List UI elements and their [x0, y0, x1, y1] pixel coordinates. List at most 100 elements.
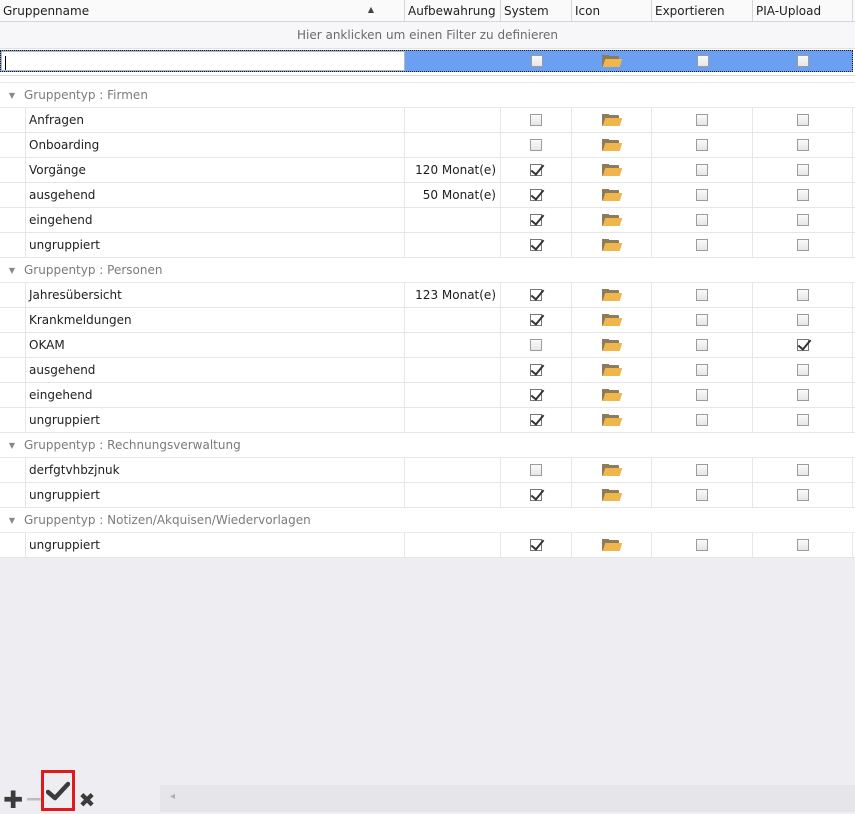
checkbox-icon[interactable] — [796, 139, 809, 151]
icon-cell[interactable] — [572, 233, 652, 257]
table-row[interactable]: ungruppiert — [0, 233, 855, 258]
pia-upload-cell[interactable] — [753, 533, 853, 557]
collapse-arrow-icon[interactable]: ▼ — [0, 516, 24, 525]
system-cell[interactable] — [501, 108, 572, 132]
gruppenname-cell[interactable]: derfgtvhbzjnuk — [25, 458, 405, 482]
checkbox-icon[interactable] — [796, 464, 809, 476]
pia-upload-cell[interactable] — [753, 133, 853, 157]
pia-upload-cell[interactable] — [753, 233, 853, 257]
pia-upload-cell[interactable] — [753, 358, 853, 382]
pia-upload-cell[interactable] — [753, 108, 853, 132]
filter-system-cell[interactable] — [501, 51, 572, 71]
icon-cell[interactable] — [572, 458, 652, 482]
checkbox-icon[interactable] — [796, 189, 809, 201]
checkbox-icon[interactable] — [796, 414, 809, 426]
checkbox-icon[interactable] — [796, 114, 809, 126]
aufbewahrung-cell[interactable] — [405, 358, 501, 382]
group-row[interactable]: ▼ Gruppentyp : Notizen/Akquisen/Wiedervor… — [0, 508, 855, 533]
checkbox-icon[interactable] — [530, 464, 542, 476]
icon-cell[interactable] — [572, 283, 652, 307]
aufbewahrung-cell[interactable] — [405, 458, 501, 482]
table-row[interactable]: OKAM — [0, 333, 855, 358]
add-button[interactable]: ✚ — [2, 785, 24, 814]
system-cell[interactable] — [501, 308, 572, 332]
pia-upload-cell[interactable] — [753, 483, 853, 507]
checkbox-icon[interactable] — [530, 189, 542, 201]
filter-pia-cell[interactable] — [753, 51, 853, 71]
aufbewahrung-cell[interactable] — [405, 108, 501, 132]
pia-upload-cell[interactable] — [753, 283, 853, 307]
exportieren-cell[interactable] — [652, 283, 753, 307]
aufbewahrung-cell[interactable] — [405, 533, 501, 557]
icon-cell[interactable] — [572, 358, 652, 382]
table-row[interactable]: Anfragen — [0, 108, 855, 133]
gruppenname-cell[interactable]: ungruppiert — [25, 483, 405, 507]
gruppenname-cell[interactable]: Anfragen — [25, 108, 405, 132]
pia-upload-cell[interactable] — [753, 333, 853, 357]
system-cell[interactable] — [501, 208, 572, 232]
exportieren-cell[interactable] — [652, 308, 753, 332]
table-row[interactable]: ausgehend 50 Monat(e) — [0, 183, 855, 208]
icon-cell[interactable] — [572, 383, 652, 407]
pia-upload-cell[interactable] — [753, 408, 853, 432]
filter-icon-cell[interactable] — [572, 51, 652, 71]
filter-hint-row[interactable]: Hier anklicken um einen Filter zu defini… — [0, 22, 855, 49]
collapse-arrow-icon[interactable]: ▼ — [0, 266, 24, 275]
icon-cell[interactable] — [572, 158, 652, 182]
checkbox-icon[interactable] — [530, 314, 542, 326]
aufbewahrung-cell[interactable] — [405, 333, 501, 357]
table-row[interactable]: ungruppiert — [0, 533, 855, 558]
exportieren-cell[interactable] — [652, 458, 753, 482]
checkbox-icon[interactable] — [696, 489, 708, 501]
gruppenname-cell[interactable]: ungruppiert — [25, 533, 405, 557]
system-cell[interactable] — [501, 458, 572, 482]
checkbox-icon[interactable] — [796, 364, 809, 376]
system-cell[interactable] — [501, 183, 572, 207]
column-header-pia-upload[interactable]: PIA-Upload — [753, 0, 853, 21]
checkbox-icon[interactable] — [696, 214, 708, 226]
icon-cell[interactable] — [572, 533, 652, 557]
system-cell[interactable] — [501, 383, 572, 407]
checkbox-icon[interactable] — [696, 414, 708, 426]
system-cell[interactable] — [501, 333, 572, 357]
column-header-exportieren[interactable]: Exportieren — [652, 0, 753, 21]
pia-upload-cell[interactable] — [753, 383, 853, 407]
aufbewahrung-cell[interactable] — [405, 308, 501, 332]
aufbewahrung-cell[interactable] — [405, 133, 501, 157]
table-row[interactable]: derfgtvhbzjnuk — [0, 458, 855, 483]
collapse-arrow-icon[interactable]: ▼ — [0, 441, 24, 450]
system-cell[interactable] — [501, 358, 572, 382]
checkbox-icon[interactable] — [796, 389, 809, 401]
table-row[interactable]: ungruppiert — [0, 408, 855, 433]
accept-button[interactable] — [41, 770, 75, 811]
table-row[interactable]: eingehend — [0, 383, 855, 408]
checkbox-icon[interactable] — [530, 489, 542, 501]
checkbox-icon[interactable] — [530, 164, 542, 176]
aufbewahrung-cell[interactable]: 120 Monat(e) — [405, 158, 501, 182]
aufbewahrung-cell[interactable]: 50 Monat(e) — [405, 183, 501, 207]
checkbox-icon[interactable] — [530, 139, 542, 151]
exportieren-cell[interactable] — [652, 408, 753, 432]
checkbox-icon[interactable] — [530, 389, 542, 401]
checkbox-icon[interactable] — [696, 139, 708, 151]
table-row[interactable]: ungruppiert — [0, 483, 855, 508]
system-cell[interactable] — [501, 158, 572, 182]
system-cell[interactable] — [501, 283, 572, 307]
system-cell[interactable] — [501, 483, 572, 507]
pia-upload-cell[interactable] — [753, 158, 853, 182]
system-cell[interactable] — [501, 408, 572, 432]
group-row[interactable]: ▼ Gruppentyp : Personen — [0, 258, 855, 283]
column-header-system[interactable]: System — [501, 0, 572, 21]
icon-cell[interactable] — [572, 183, 652, 207]
icon-cell[interactable] — [572, 308, 652, 332]
icon-cell[interactable] — [572, 133, 652, 157]
pia-upload-cell[interactable] — [753, 208, 853, 232]
table-row[interactable]: ausgehend — [0, 358, 855, 383]
checkbox-icon[interactable] — [796, 164, 809, 176]
horizontal-scrollbar[interactable]: ◂ — [160, 785, 855, 812]
checkbox-icon[interactable] — [696, 289, 708, 301]
exportieren-cell[interactable] — [652, 158, 753, 182]
checkbox-icon[interactable] — [530, 364, 542, 376]
checkbox-icon[interactable] — [696, 364, 708, 376]
aufbewahrung-cell[interactable]: 123 Monat(e) — [405, 283, 501, 307]
